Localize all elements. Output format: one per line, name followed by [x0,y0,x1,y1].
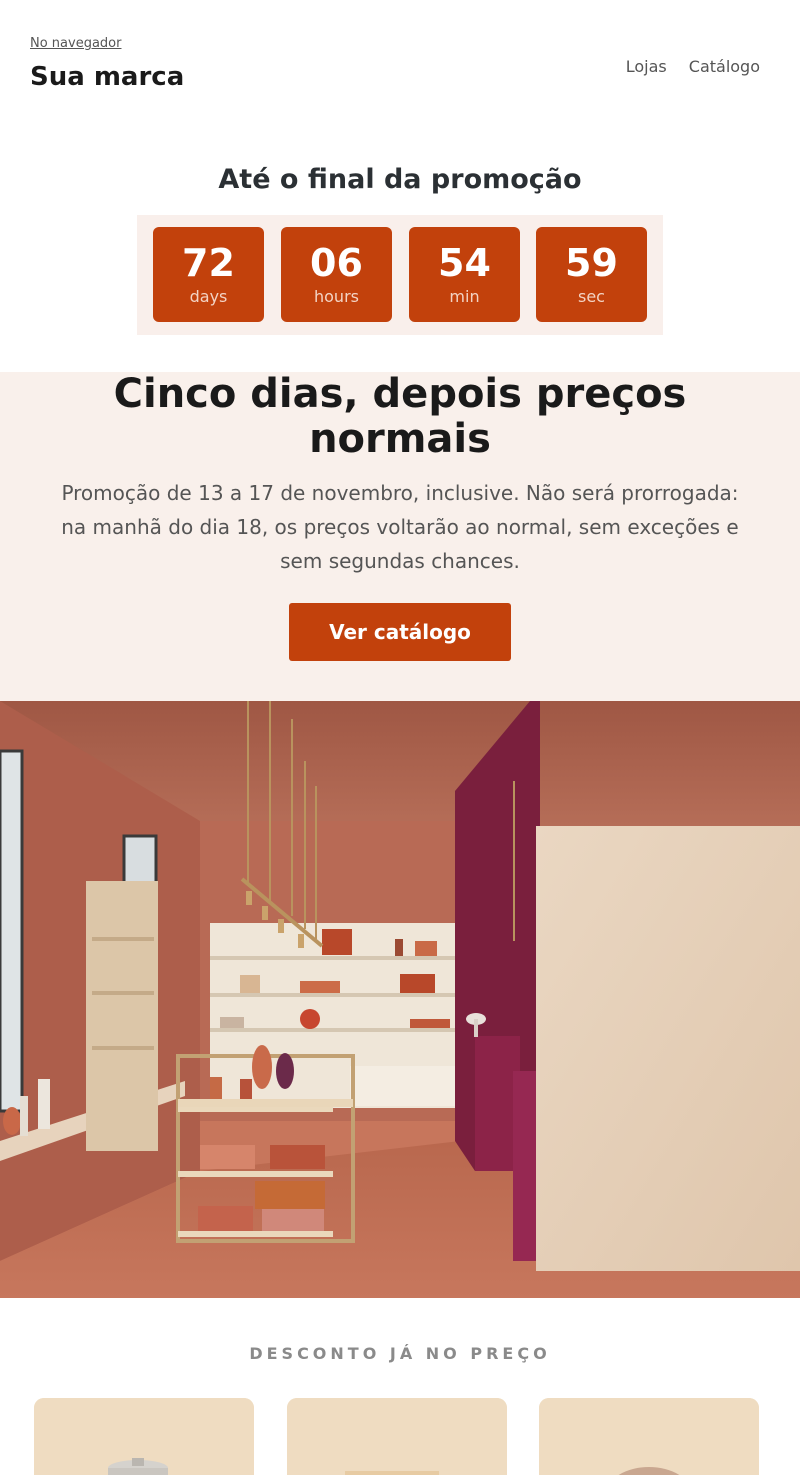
countdown-seconds-value: 59 [565,241,618,285]
countdown-minutes-value: 54 [438,241,491,285]
countdown-seconds: 59 sec [536,227,647,322]
countdown-hours-value: 06 [310,241,363,285]
hero-description: Promoção de 13 a 17 de novembro, inclusi… [61,481,739,573]
discount-section-label: DESCONTO JÁ NO PREÇO [249,1344,551,1363]
countdown-timer: 72 days 06 hours 54 min 59 sec [137,215,663,335]
countdown-days-value: 72 [182,241,235,285]
nav-item-catalog[interactable]: Catálogo [689,57,760,76]
product-image [539,1398,759,1475]
product-image [34,1398,254,1475]
product-card[interactable] [34,1398,254,1475]
store-interior-image [0,701,800,1298]
product-card[interactable] [539,1398,759,1475]
nav-item-stores[interactable]: Lojas [626,57,667,76]
hero-section: Cinco dias, depois preços normais Promoç… [0,372,800,701]
countdown-hours-label: hours [314,287,359,306]
countdown-minutes-label: min [449,287,480,306]
hero-title: Cinco dias, depois preços normais [113,371,687,462]
top-nav: Lojas Catálogo [626,57,760,76]
countdown-seconds-label: sec [578,287,605,306]
product-image [287,1398,507,1475]
countdown-hours: 06 hours [281,227,392,322]
product-card[interactable] [287,1398,507,1475]
view-catalog-button[interactable]: Ver catálogo [289,603,511,661]
countdown-title: Até o final da promoção [218,164,582,195]
countdown-minutes: 54 min [409,227,520,322]
view-in-browser-link[interactable]: No navegador [30,36,121,51]
header: No navegador Sua marca Lojas Catálogo [0,0,800,120]
countdown-days: 72 days [153,227,264,322]
brand-logo[interactable]: Sua marca [30,62,184,92]
countdown-days-label: days [189,287,228,306]
